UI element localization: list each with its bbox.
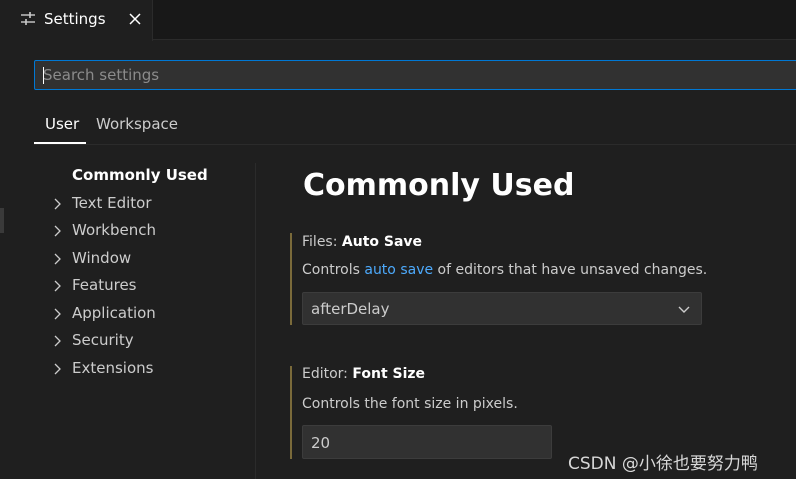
auto-save-link[interactable]: auto save xyxy=(364,262,433,278)
toc-item-text-editor[interactable]: Text Editor xyxy=(52,192,247,216)
chevron-right-icon xyxy=(52,307,64,321)
auto-save-dropdown[interactable]: afterDelay xyxy=(302,292,702,325)
scope-tabs-divider xyxy=(34,144,796,145)
toc-item-features[interactable]: Features xyxy=(52,274,247,298)
setting-category: Editor: xyxy=(302,366,353,382)
toc-item-extensions[interactable]: Extensions xyxy=(52,357,247,381)
toc-item-window[interactable]: Window xyxy=(52,247,247,271)
sash-handle[interactable] xyxy=(0,208,4,233)
font-size-input[interactable]: 20 xyxy=(302,425,552,459)
settings-sliders-icon xyxy=(21,11,35,27)
settings-editor-tab[interactable]: Settings xyxy=(0,0,153,41)
setting-indicator-bar xyxy=(290,366,292,459)
input-value: 20 xyxy=(311,434,331,452)
chevron-right-icon xyxy=(52,224,64,238)
toc-item-label: Extensions xyxy=(72,359,154,377)
setting-description-font-size: Controls the font size in pixels. xyxy=(302,396,518,412)
chevron-right-icon xyxy=(52,362,64,376)
toc-item-label: Workbench xyxy=(72,221,156,239)
chevron-right-icon xyxy=(52,334,64,348)
toc-item-label: Application xyxy=(72,304,156,322)
chevron-right-icon xyxy=(52,279,64,293)
search-input[interactable] xyxy=(35,61,796,89)
chevron-down-icon xyxy=(677,302,691,316)
tab-user[interactable]: User xyxy=(45,115,79,133)
toc-item-label: Security xyxy=(72,331,134,349)
tab-title: Settings xyxy=(44,10,106,28)
chevron-right-icon xyxy=(52,197,64,211)
dropdown-value: afterDelay xyxy=(311,300,390,318)
chevron-right-icon xyxy=(52,252,64,266)
setting-title-auto-save: Files: Auto Save xyxy=(302,234,422,250)
toc-item-security[interactable]: Security xyxy=(52,329,247,353)
search-settings-box[interactable] xyxy=(34,60,796,90)
tab-bar-border xyxy=(153,39,796,40)
toc-item-commonly-used[interactable]: Commonly Used xyxy=(52,164,247,188)
toc-item-label: Commonly Used xyxy=(72,166,208,184)
toc-item-label: Text Editor xyxy=(72,194,152,212)
close-icon[interactable] xyxy=(126,10,144,28)
tab-workspace[interactable]: Workspace xyxy=(96,115,178,133)
setting-category: Files: xyxy=(302,234,342,250)
toc-item-label: Features xyxy=(72,276,137,294)
description-text: of editors that have unsaved changes. xyxy=(433,262,708,278)
setting-name: Font Size xyxy=(352,366,426,382)
description-text: Controls xyxy=(302,262,365,278)
toc-item-application[interactable]: Application xyxy=(52,302,247,326)
setting-description-auto-save: Controls auto save of editors that have … xyxy=(302,262,707,278)
watermark: CSDN @小徐也要努力鸭 xyxy=(568,454,758,474)
setting-name: Auto Save xyxy=(341,234,423,250)
setting-title-font-size: Editor: Font Size xyxy=(302,366,425,382)
section-title: Commonly Used xyxy=(303,168,575,203)
toc-item-workbench[interactable]: Workbench xyxy=(52,219,247,243)
setting-indicator-bar xyxy=(290,233,292,325)
toc-item-label: Window xyxy=(72,249,132,267)
text-caret xyxy=(43,67,44,84)
toc-divider[interactable] xyxy=(255,163,256,479)
